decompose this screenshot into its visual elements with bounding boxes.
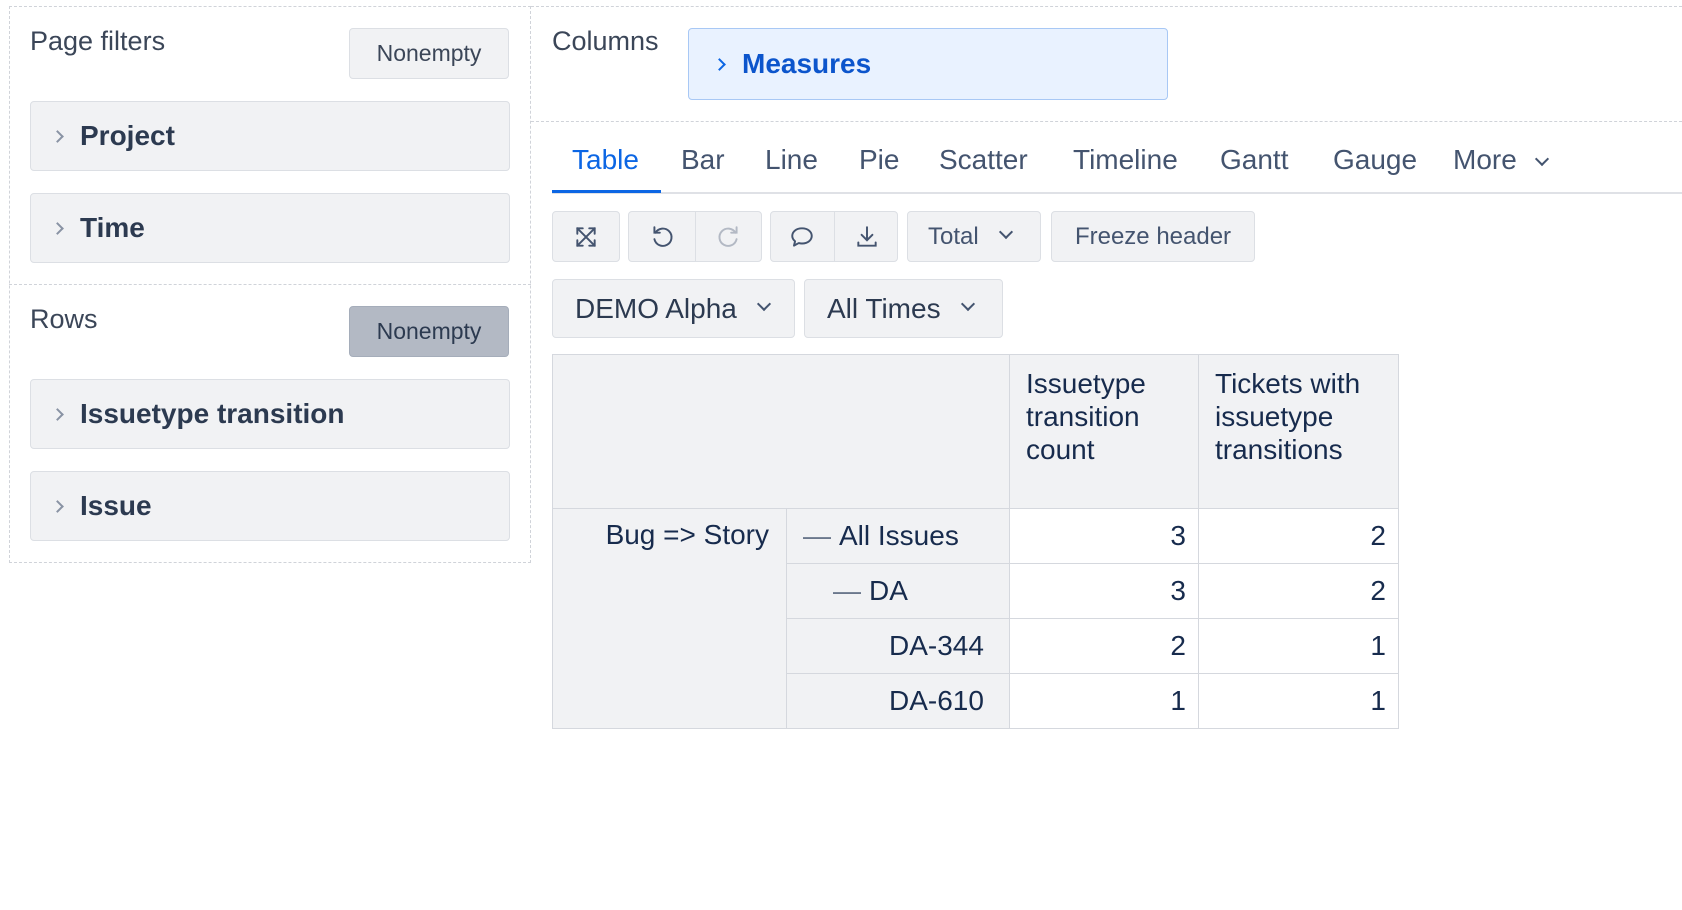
table-cell: 3	[1009, 508, 1199, 564]
dimension-label: Issue	[80, 490, 152, 521]
chevron-down-icon	[756, 296, 771, 311]
chart-type-tabs: Table Bar Line Pie Scatter Timeline Gant…	[552, 130, 1682, 194]
page-filter-time[interactable]: Time	[30, 193, 510, 263]
table-header-row: Issuetype transition count Tickets with …	[552, 354, 1399, 509]
redo-icon	[718, 225, 738, 247]
row-dimension-issuetype-transition[interactable]: Issuetype transition	[30, 379, 510, 449]
undo-icon	[652, 225, 672, 247]
project-filter-dropdown[interactable]: DEMO Alpha	[552, 279, 795, 338]
row-label: All Issues	[839, 520, 959, 551]
pivot-table: Issuetype transition count Tickets with …	[552, 354, 1399, 729]
project-filter-value: DEMO Alpha	[575, 292, 737, 324]
table-cell: 3	[1009, 563, 1199, 619]
expand-arrows-icon	[576, 226, 596, 247]
column-header[interactable]: Issuetype transition count	[1009, 354, 1199, 509]
tab-gantt[interactable]: Gantt	[1220, 144, 1288, 176]
chevron-right-icon	[713, 57, 726, 71]
corner-cell	[552, 354, 1010, 509]
collapse-icon[interactable]: —	[803, 520, 831, 551]
chevron-right-icon	[51, 499, 64, 513]
page-filters-nonempty-button[interactable]: Nonempty	[349, 28, 509, 79]
download-icon	[856, 225, 877, 247]
tab-timeline[interactable]: Timeline	[1073, 144, 1178, 176]
columns-title: Columns	[552, 26, 659, 56]
chevron-right-icon	[51, 407, 64, 421]
table-cell: 1	[1198, 618, 1399, 674]
time-filter-dropdown[interactable]: All Times	[804, 279, 1003, 338]
rows-title: Rows	[30, 304, 98, 334]
top-divider	[531, 6, 1682, 7]
table-cell: 1	[1009, 673, 1199, 729]
section-divider	[9, 284, 531, 285]
row-group-header[interactable]: Bug => Story	[552, 508, 787, 729]
collapse-icon[interactable]: —	[833, 575, 861, 606]
chevron-down-icon	[1534, 151, 1549, 167]
chevron-down-icon	[960, 296, 975, 311]
tab-scatter[interactable]: Scatter	[939, 144, 1028, 176]
row-dimension-issue[interactable]: Issue	[30, 471, 510, 541]
columns-divider	[531, 121, 1682, 122]
chevron-right-icon	[51, 129, 64, 143]
tab-more-label: More	[1453, 144, 1517, 175]
table-cell: 2	[1198, 508, 1399, 564]
redo-button[interactable]	[696, 211, 762, 262]
tab-bar[interactable]: Bar	[681, 144, 725, 176]
column-dimension-measures[interactable]: Measures	[688, 28, 1168, 100]
export-button[interactable]	[835, 211, 898, 262]
chevron-down-icon	[998, 224, 1013, 239]
row-header-all-issues[interactable]: — All Issues	[786, 508, 1010, 564]
comment-icon	[791, 226, 813, 247]
total-label: Total	[928, 222, 979, 250]
freeze-header-button[interactable]: Freeze header	[1051, 211, 1255, 262]
table-cell: 2	[1198, 563, 1399, 619]
total-dropdown[interactable]: Total	[907, 211, 1041, 262]
dimension-label: Measures	[742, 48, 872, 79]
table-cell: 1	[1198, 673, 1399, 729]
tab-more[interactable]: More	[1453, 144, 1549, 176]
row-header-da-610[interactable]: DA-610	[786, 673, 1010, 729]
page-filter-project[interactable]: Project	[30, 101, 510, 171]
dimension-label: Project	[80, 120, 175, 151]
comment-button[interactable]	[770, 211, 834, 262]
dimension-label: Time	[80, 212, 145, 243]
row-header-da-344[interactable]: DA-344	[786, 618, 1010, 674]
tab-table[interactable]: Table	[572, 144, 639, 176]
time-filter-value: All Times	[827, 292, 941, 324]
row-header-da[interactable]: — DA	[786, 563, 1010, 619]
rows-nonempty-button[interactable]: Nonempty	[349, 306, 509, 357]
table-row: Bug => Story — All Issues 3 2	[552, 508, 1399, 729]
fullscreen-button[interactable]	[552, 211, 620, 262]
tab-line[interactable]: Line	[765, 144, 818, 176]
row-label: DA	[869, 575, 908, 606]
page-filters-title: Page filters	[30, 26, 166, 56]
undo-button[interactable]	[628, 211, 695, 262]
active-tab-indicator	[552, 190, 661, 193]
table-cell: 2	[1009, 618, 1199, 674]
tab-pie[interactable]: Pie	[859, 144, 899, 176]
dimension-label: Issuetype transition	[80, 398, 345, 429]
chevron-right-icon	[51, 221, 64, 235]
tab-gauge[interactable]: Gauge	[1333, 144, 1417, 176]
column-header[interactable]: Tickets with issuetype transitions	[1198, 354, 1399, 509]
